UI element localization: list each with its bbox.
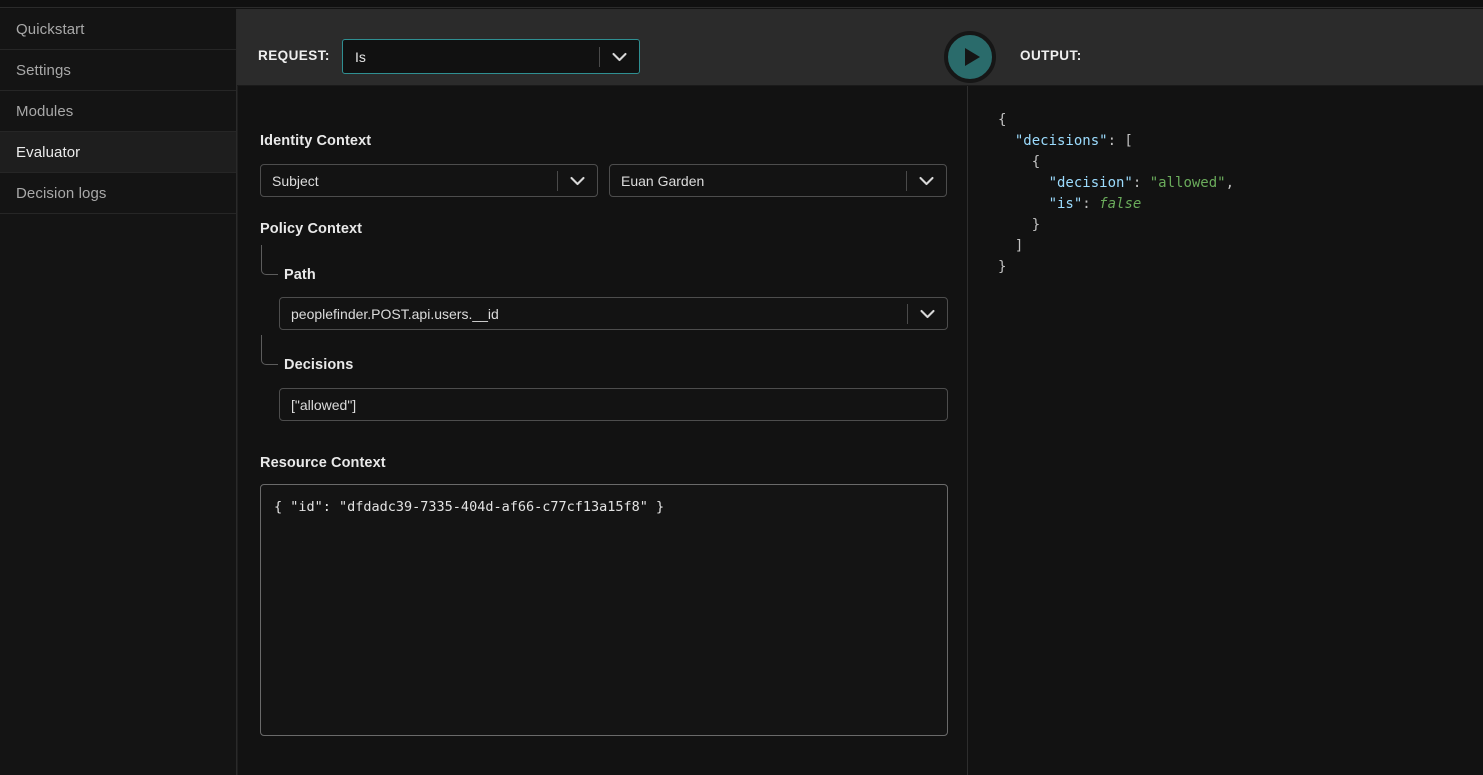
json-line: } [1031, 217, 1041, 233]
tree-connector-decisions [261, 335, 278, 365]
decisions-value: ["allowed"] [291, 396, 357, 413]
json-line: { [1031, 154, 1041, 170]
sidebar-item-label: Modules [16, 102, 74, 120]
window-top-strip [0, 0, 1483, 8]
play-icon [964, 48, 980, 66]
identity-type-select[interactable]: Subject [260, 164, 598, 197]
tree-connector-path [261, 245, 278, 275]
decisions-input[interactable]: ["allowed"] [279, 388, 948, 421]
sidebar-item-label: Settings [16, 61, 71, 79]
sidebar: Quickstart Settings Modules Evaluator De… [0, 9, 237, 775]
json-line: } [998, 259, 1007, 275]
output-json: { "decisions": [ { "decision": "allowed"… [998, 110, 1483, 278]
identity-context-title: Identity Context [260, 133, 372, 149]
path-label: Path [284, 267, 316, 283]
request-label: REQUEST: [258, 48, 330, 63]
json-punct: , [1225, 175, 1235, 191]
sidebar-item-decision-logs[interactable]: Decision logs [0, 173, 236, 214]
evaluator-page: Quickstart Settings Modules Evaluator De… [0, 0, 1483, 775]
request-type-select[interactable]: Is [342, 39, 640, 74]
json-punct: : [1082, 196, 1100, 212]
resource-context-textarea[interactable]: { "id": "dfdadc39-7335-404d-af66-c77cf13… [260, 484, 948, 736]
json-line: { [998, 112, 1007, 128]
json-punct: : [1132, 175, 1150, 191]
policy-path-value: peoplefinder.POST.api.users.__id [291, 305, 499, 322]
chevron-down-icon[interactable] [907, 176, 946, 186]
sidebar-item-label: Quickstart [16, 20, 85, 38]
policy-context-title: Policy Context [260, 221, 363, 237]
json-value-false: false [1099, 196, 1142, 212]
top-toolbar: REQUEST: Is OUTPUT: [237, 9, 1483, 86]
policy-path-select[interactable]: peoplefinder.POST.api.users.__id [279, 297, 948, 330]
run-evaluation-button[interactable] [944, 31, 996, 83]
json-key-decision: "decision" [1048, 175, 1133, 191]
sidebar-item-label: Evaluator [16, 143, 81, 161]
chevron-down-icon[interactable] [558, 176, 597, 186]
json-key-decisions: "decisions" [1014, 133, 1108, 149]
identity-type-value: Subject [272, 172, 319, 189]
chevron-down-icon[interactable] [600, 52, 639, 62]
sidebar-item-modules[interactable]: Modules [0, 91, 236, 132]
request-type-value: Is [355, 48, 366, 65]
json-punct: : [ [1107, 133, 1133, 149]
json-line: ] [1014, 238, 1024, 254]
output-label: OUTPUT: [1020, 48, 1082, 63]
chevron-down-icon[interactable] [908, 309, 947, 319]
identity-subject-value: Euan Garden [621, 172, 705, 189]
json-value-allowed: "allowed" [1149, 175, 1226, 191]
output-panel: { "decisions": [ { "decision": "allowed"… [968, 86, 1483, 775]
identity-subject-select[interactable]: Euan Garden [609, 164, 947, 197]
sidebar-item-settings[interactable]: Settings [0, 50, 236, 91]
decisions-label: Decisions [284, 357, 354, 373]
request-form-panel: Identity Context Subject Euan Garden Pol… [237, 86, 968, 775]
json-key-is: "is" [1048, 196, 1083, 212]
resource-context-title: Resource Context [260, 455, 386, 471]
sidebar-item-evaluator[interactable]: Evaluator [0, 132, 236, 173]
sidebar-item-quickstart[interactable]: Quickstart [0, 9, 236, 50]
sidebar-item-label: Decision logs [16, 184, 107, 202]
